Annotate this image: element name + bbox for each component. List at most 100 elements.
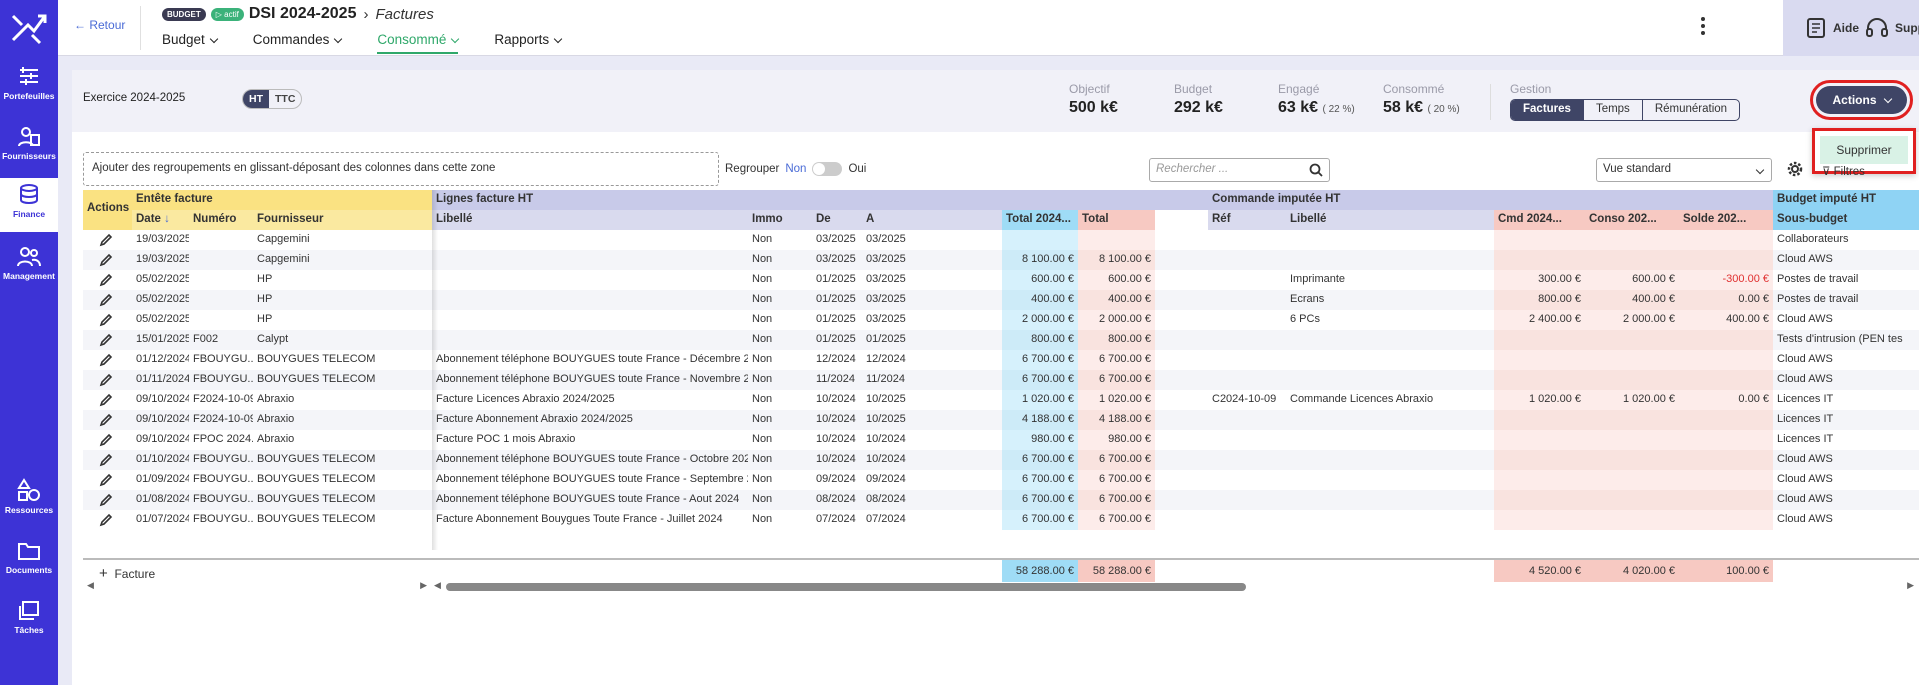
edit-pencil-icon[interactable] bbox=[99, 273, 113, 287]
tab-commandes[interactable]: Commandes bbox=[253, 30, 343, 54]
edit-pencil-icon[interactable] bbox=[99, 233, 113, 247]
col-header-sous-budget[interactable]: Sous-budget bbox=[1773, 210, 1919, 230]
more-vertical-icon[interactable] bbox=[1695, 14, 1711, 40]
scrollbar-thumb[interactable] bbox=[446, 583, 1246, 591]
cell-a: 03/2025 bbox=[866, 253, 906, 265]
col-header-ref[interactable]: Réf bbox=[1208, 210, 1286, 230]
sidebar-item-documents[interactable]: Documents bbox=[0, 540, 58, 575]
sort-down-icon[interactable]: ↓ bbox=[161, 213, 170, 225]
scroll-left-icon[interactable]: ◀ bbox=[87, 580, 94, 591]
actions-button[interactable]: Actions bbox=[1810, 80, 1913, 120]
ht-option[interactable]: HT bbox=[243, 90, 269, 108]
scroll-right-icon[interactable]: ▶ bbox=[1907, 580, 1914, 591]
filters-button[interactable]: ⊽ Filtres bbox=[1822, 164, 1865, 178]
edit-pencil-icon[interactable] bbox=[99, 413, 113, 427]
edit-pencil-icon[interactable] bbox=[99, 433, 113, 447]
gestion-temps[interactable]: Temps bbox=[1584, 100, 1643, 120]
table-row[interactable]: 01/10/2024 FBOUYGU... BOUYGUES TELECOM Abon… bbox=[83, 450, 1919, 470]
col-header-date[interactable]: Date ↓ bbox=[132, 210, 189, 230]
add-invoice-button[interactable]: + Facture bbox=[95, 562, 159, 582]
chevron-down-icon bbox=[553, 34, 563, 44]
edit-pencil-icon[interactable] bbox=[99, 513, 113, 527]
scroll-right-icon[interactable]: ▶ bbox=[420, 580, 427, 591]
table-row[interactable]: 19/03/2025 Capgemini Non 03/2025 03/2025 Coll… bbox=[83, 230, 1919, 250]
search-input[interactable]: Rechercher ... bbox=[1149, 158, 1330, 182]
gestion-remuneration[interactable]: Rémunération bbox=[1643, 100, 1739, 120]
col-header-libelle-commande[interactable]: Libellé bbox=[1286, 210, 1494, 230]
edit-pencil-icon[interactable] bbox=[99, 333, 113, 347]
table-row[interactable]: 01/09/2024 FBOUYGU... BOUYGUES TELECOM Abon… bbox=[83, 470, 1919, 490]
sidebar-item-finance[interactable]: Finance bbox=[0, 178, 58, 232]
sidebar-item-fournisseurs[interactable]: Fournisseurs bbox=[0, 126, 58, 161]
page-title[interactable]: DSI 2024-2025 bbox=[249, 5, 357, 23]
group-drop-zone[interactable]: Ajouter des regroupements en glissant-dé… bbox=[83, 152, 719, 186]
help-button[interactable]: Aide bbox=[1805, 17, 1859, 39]
table-row[interactable]: 01/07/2024 FBOUYGU... BOUYGUES TELECOM Fact… bbox=[83, 510, 1919, 530]
table-row[interactable]: 01/11/2024 FBOUYGU... BOUYGUES TELECOM Abon… bbox=[83, 370, 1919, 390]
edit-pencil-icon[interactable] bbox=[99, 293, 113, 307]
col-header-de[interactable]: De bbox=[812, 210, 862, 230]
table-row[interactable]: 09/10/2024 FPOC 2024... Abraxio Facture POC… bbox=[83, 430, 1919, 450]
col-header-fournisseur[interactable]: Fournisseur bbox=[253, 210, 432, 230]
view-select[interactable]: Vue standard bbox=[1596, 158, 1772, 182]
col-header-total-2024[interactable]: Total 2024... bbox=[1002, 210, 1078, 230]
ttc-option[interactable]: TTC bbox=[269, 90, 301, 108]
table-row[interactable]: 09/10/2024 F2024-10-09 Abraxio Facture Abon… bbox=[83, 410, 1919, 430]
gear-icon[interactable] bbox=[1787, 161, 1803, 177]
app-logo[interactable] bbox=[10, 10, 48, 46]
tab-rapports[interactable]: Rapports bbox=[494, 30, 563, 54]
cell-libelle: Abonnement téléphone BOUYGUES toute Fran… bbox=[436, 453, 748, 465]
table-row[interactable]: 01/12/2024 FBOUYGU... BOUYGUES TELECOM Abon… bbox=[83, 350, 1919, 370]
tab-budget[interactable]: Budget bbox=[162, 30, 219, 54]
edit-pencil-icon[interactable] bbox=[99, 313, 113, 327]
col-actions-header: Actions bbox=[83, 190, 132, 230]
main-scrollbar[interactable]: ◀ ▶ bbox=[434, 580, 1914, 592]
col-header-numero[interactable]: Numéro bbox=[189, 210, 253, 230]
table-row[interactable]: 05/02/2025 HP Non 01/2025 03/2025 600.00 €600… bbox=[83, 270, 1919, 290]
cell-solde bbox=[1679, 330, 1773, 350]
left-scrollbar[interactable]: ◀ ▶ bbox=[87, 580, 427, 592]
cell-cmd: 300.00 € bbox=[1494, 270, 1585, 290]
sidebar-item-taches[interactable]: Tâches bbox=[0, 600, 58, 635]
cell-date: 09/10/2024 bbox=[136, 433, 189, 445]
back-link[interactable]: ← Retour bbox=[74, 18, 125, 32]
ht-ttc-toggle[interactable]: HT TTC bbox=[242, 89, 303, 109]
col-header-total[interactable]: Total bbox=[1078, 210, 1155, 230]
search-icon[interactable] bbox=[1309, 163, 1323, 177]
tab-consomme[interactable]: Consommé bbox=[377, 30, 460, 54]
col-header-immo[interactable]: Immo bbox=[748, 210, 812, 230]
edit-pencil-icon[interactable] bbox=[99, 393, 113, 407]
menu-item-supprimer[interactable]: Supprimer bbox=[1820, 136, 1908, 164]
add-invoice-label: Facture bbox=[114, 567, 156, 581]
table-row[interactable]: 19/03/2025 Capgemini Non 03/2025 03/2025 8 10… bbox=[83, 250, 1919, 270]
edit-pencil-icon[interactable] bbox=[99, 353, 113, 367]
cell-conso bbox=[1585, 250, 1679, 270]
cell-date: 09/10/2024 bbox=[136, 413, 189, 425]
edit-pencil-icon[interactable] bbox=[99, 373, 113, 387]
edit-pencil-icon[interactable] bbox=[99, 473, 113, 487]
col-header-solde[interactable]: Solde 202... bbox=[1679, 210, 1773, 230]
support-button[interactable]: Support bbox=[1865, 17, 1919, 39]
sidebar-item-ressources[interactable]: Ressources bbox=[0, 478, 58, 515]
gestion-factures[interactable]: Factures bbox=[1511, 100, 1584, 120]
sidebar-item-management[interactable]: Management bbox=[0, 246, 58, 281]
table-row[interactable]: 01/08/2024 FBOUYGU... BOUYGUES TELECOM Abon… bbox=[83, 490, 1919, 510]
table-row[interactable]: 05/02/2025 HP Non 01/2025 03/2025 400.00 €400… bbox=[83, 290, 1919, 310]
scroll-left-icon[interactable]: ◀ bbox=[434, 580, 441, 591]
cell-total-2024: 800.00 € bbox=[1002, 330, 1078, 350]
table-row[interactable]: 15/01/2025 F002 Calypt Non 01/2025 01/2025 800… bbox=[83, 330, 1919, 350]
regrouper-switch[interactable] bbox=[812, 162, 843, 176]
col-header-a[interactable]: A bbox=[862, 210, 1002, 230]
col-header-libelle[interactable]: Libellé bbox=[432, 210, 748, 230]
col-header-conso[interactable]: Conso 202... bbox=[1585, 210, 1679, 230]
cell-total: 800.00 € bbox=[1078, 330, 1155, 350]
kpi-value: 500 k€ bbox=[1069, 99, 1118, 116]
table-row[interactable]: 05/02/2025 HP Non 01/2025 03/2025 2 000.00 €2… bbox=[83, 310, 1919, 330]
col-header-cmd[interactable]: Cmd 2024... bbox=[1494, 210, 1585, 230]
edit-pencil-icon[interactable] bbox=[99, 253, 113, 267]
edit-pencil-icon[interactable] bbox=[99, 453, 113, 467]
sidebar-item-portefeuilles[interactable]: Portefeuilles bbox=[0, 66, 58, 101]
table-row[interactable]: 09/10/2024 F2024-10-09 Abraxio Facture Lice… bbox=[83, 390, 1919, 410]
cell-numero bbox=[189, 250, 253, 270]
edit-pencil-icon[interactable] bbox=[99, 493, 113, 507]
